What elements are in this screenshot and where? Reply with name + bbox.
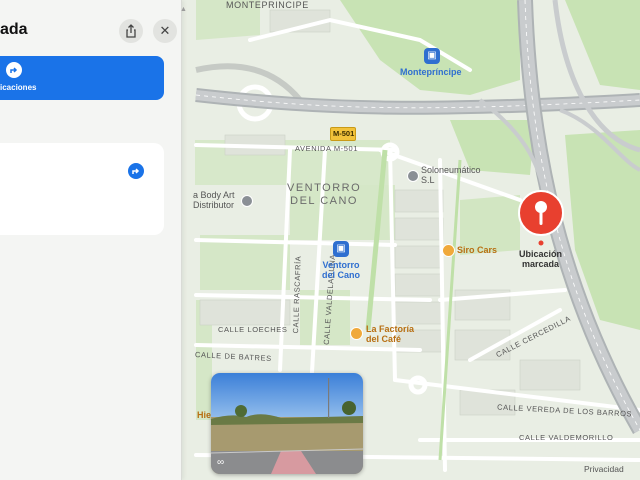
district-line-1: VENTORRO <box>287 182 362 194</box>
location-pin[interactable] <box>518 190 564 246</box>
privacy-link[interactable]: Privacidad <box>584 464 624 474</box>
close-button[interactable]: ✕ <box>153 19 177 43</box>
poi-ventorro-label[interactable]: Ventorro del Cano <box>322 260 360 280</box>
poi-factoria-line-2: del Café <box>366 334 402 344</box>
binoculars-icon[interactable]: ∞ <box>217 457 231 469</box>
poi-edge-fragment: Hie <box>197 410 212 420</box>
pin-label-line-1: Ubicación <box>519 249 563 259</box>
look-around-preview[interactable]: ∞ <box>211 373 363 474</box>
road-badge-m501: M-501 <box>330 127 356 141</box>
poi-soloneumatico-label[interactable]: Soloneumático S.L <box>421 165 481 185</box>
side-panel: ada ✕ icaciones <box>0 0 182 480</box>
share-button[interactable] <box>119 19 143 43</box>
poi-soloneumatico-line-2: S.L <box>421 175 435 185</box>
pin-label-line-2: marcada <box>521 259 560 269</box>
location-card[interactable] <box>0 143 164 235</box>
poi-body-art-label[interactable]: a Body Art Distributor <box>193 190 235 210</box>
district-line-2: DEL CANO <box>290 195 358 207</box>
close-icon: ✕ <box>159 23 171 38</box>
directions-label: icaciones <box>0 83 37 92</box>
panel-collapse-icon[interactable]: ▲ <box>180 6 187 13</box>
poi-soloneumatico-icon[interactable] <box>407 170 419 182</box>
poi-ventorro-line-2: del Cano <box>322 270 361 280</box>
poi-body-art-line-1: a Body Art <box>193 190 235 200</box>
road-badge-label: M-501 <box>333 129 355 138</box>
poi-siro-cars-label[interactable]: Siro Cars <box>457 245 497 255</box>
poi-ventorro-line-1: Ventorro <box>322 260 360 270</box>
poi-factoria-icon[interactable] <box>350 327 363 340</box>
directions-button[interactable] <box>0 56 164 100</box>
pin-label: Ubicación marcada <box>519 249 562 269</box>
street-avenida-m501: AVENIDA M-501 <box>295 144 359 153</box>
poi-factoria-line-1: La Factoría <box>366 324 415 334</box>
panel-title: ada <box>0 21 28 38</box>
poi-soloneumatico-line-1: Soloneumático <box>421 165 481 175</box>
transit-icon-ventorro[interactable]: ▣ <box>333 241 349 257</box>
location-pin-icon <box>518 190 564 246</box>
street-loeches: CALLE LOECHES <box>218 325 288 334</box>
poi-body-art-line-2: Distributor <box>193 200 235 210</box>
transit-icon-monteprincipe[interactable]: ▣ <box>424 48 440 64</box>
poi-body-art-icon[interactable] <box>241 195 253 207</box>
poi-factoria-label[interactable]: La Factoría del Café <box>366 324 414 344</box>
district-label: VENTORRO DEL CANO <box>287 182 361 208</box>
turn-arrow-icon <box>6 62 22 78</box>
poi-siro-cars-icon[interactable] <box>442 244 455 257</box>
top-area-label: MONTEPRINCIPE <box>226 0 309 10</box>
poi-monteprincipe-label[interactable]: Montepríncipe <box>400 67 462 77</box>
look-around-image <box>211 373 363 474</box>
card-route-icon[interactable] <box>128 163 144 179</box>
share-icon <box>126 24 136 38</box>
street-valdemorillo: CALLE VALDEMORILLO <box>519 433 614 442</box>
